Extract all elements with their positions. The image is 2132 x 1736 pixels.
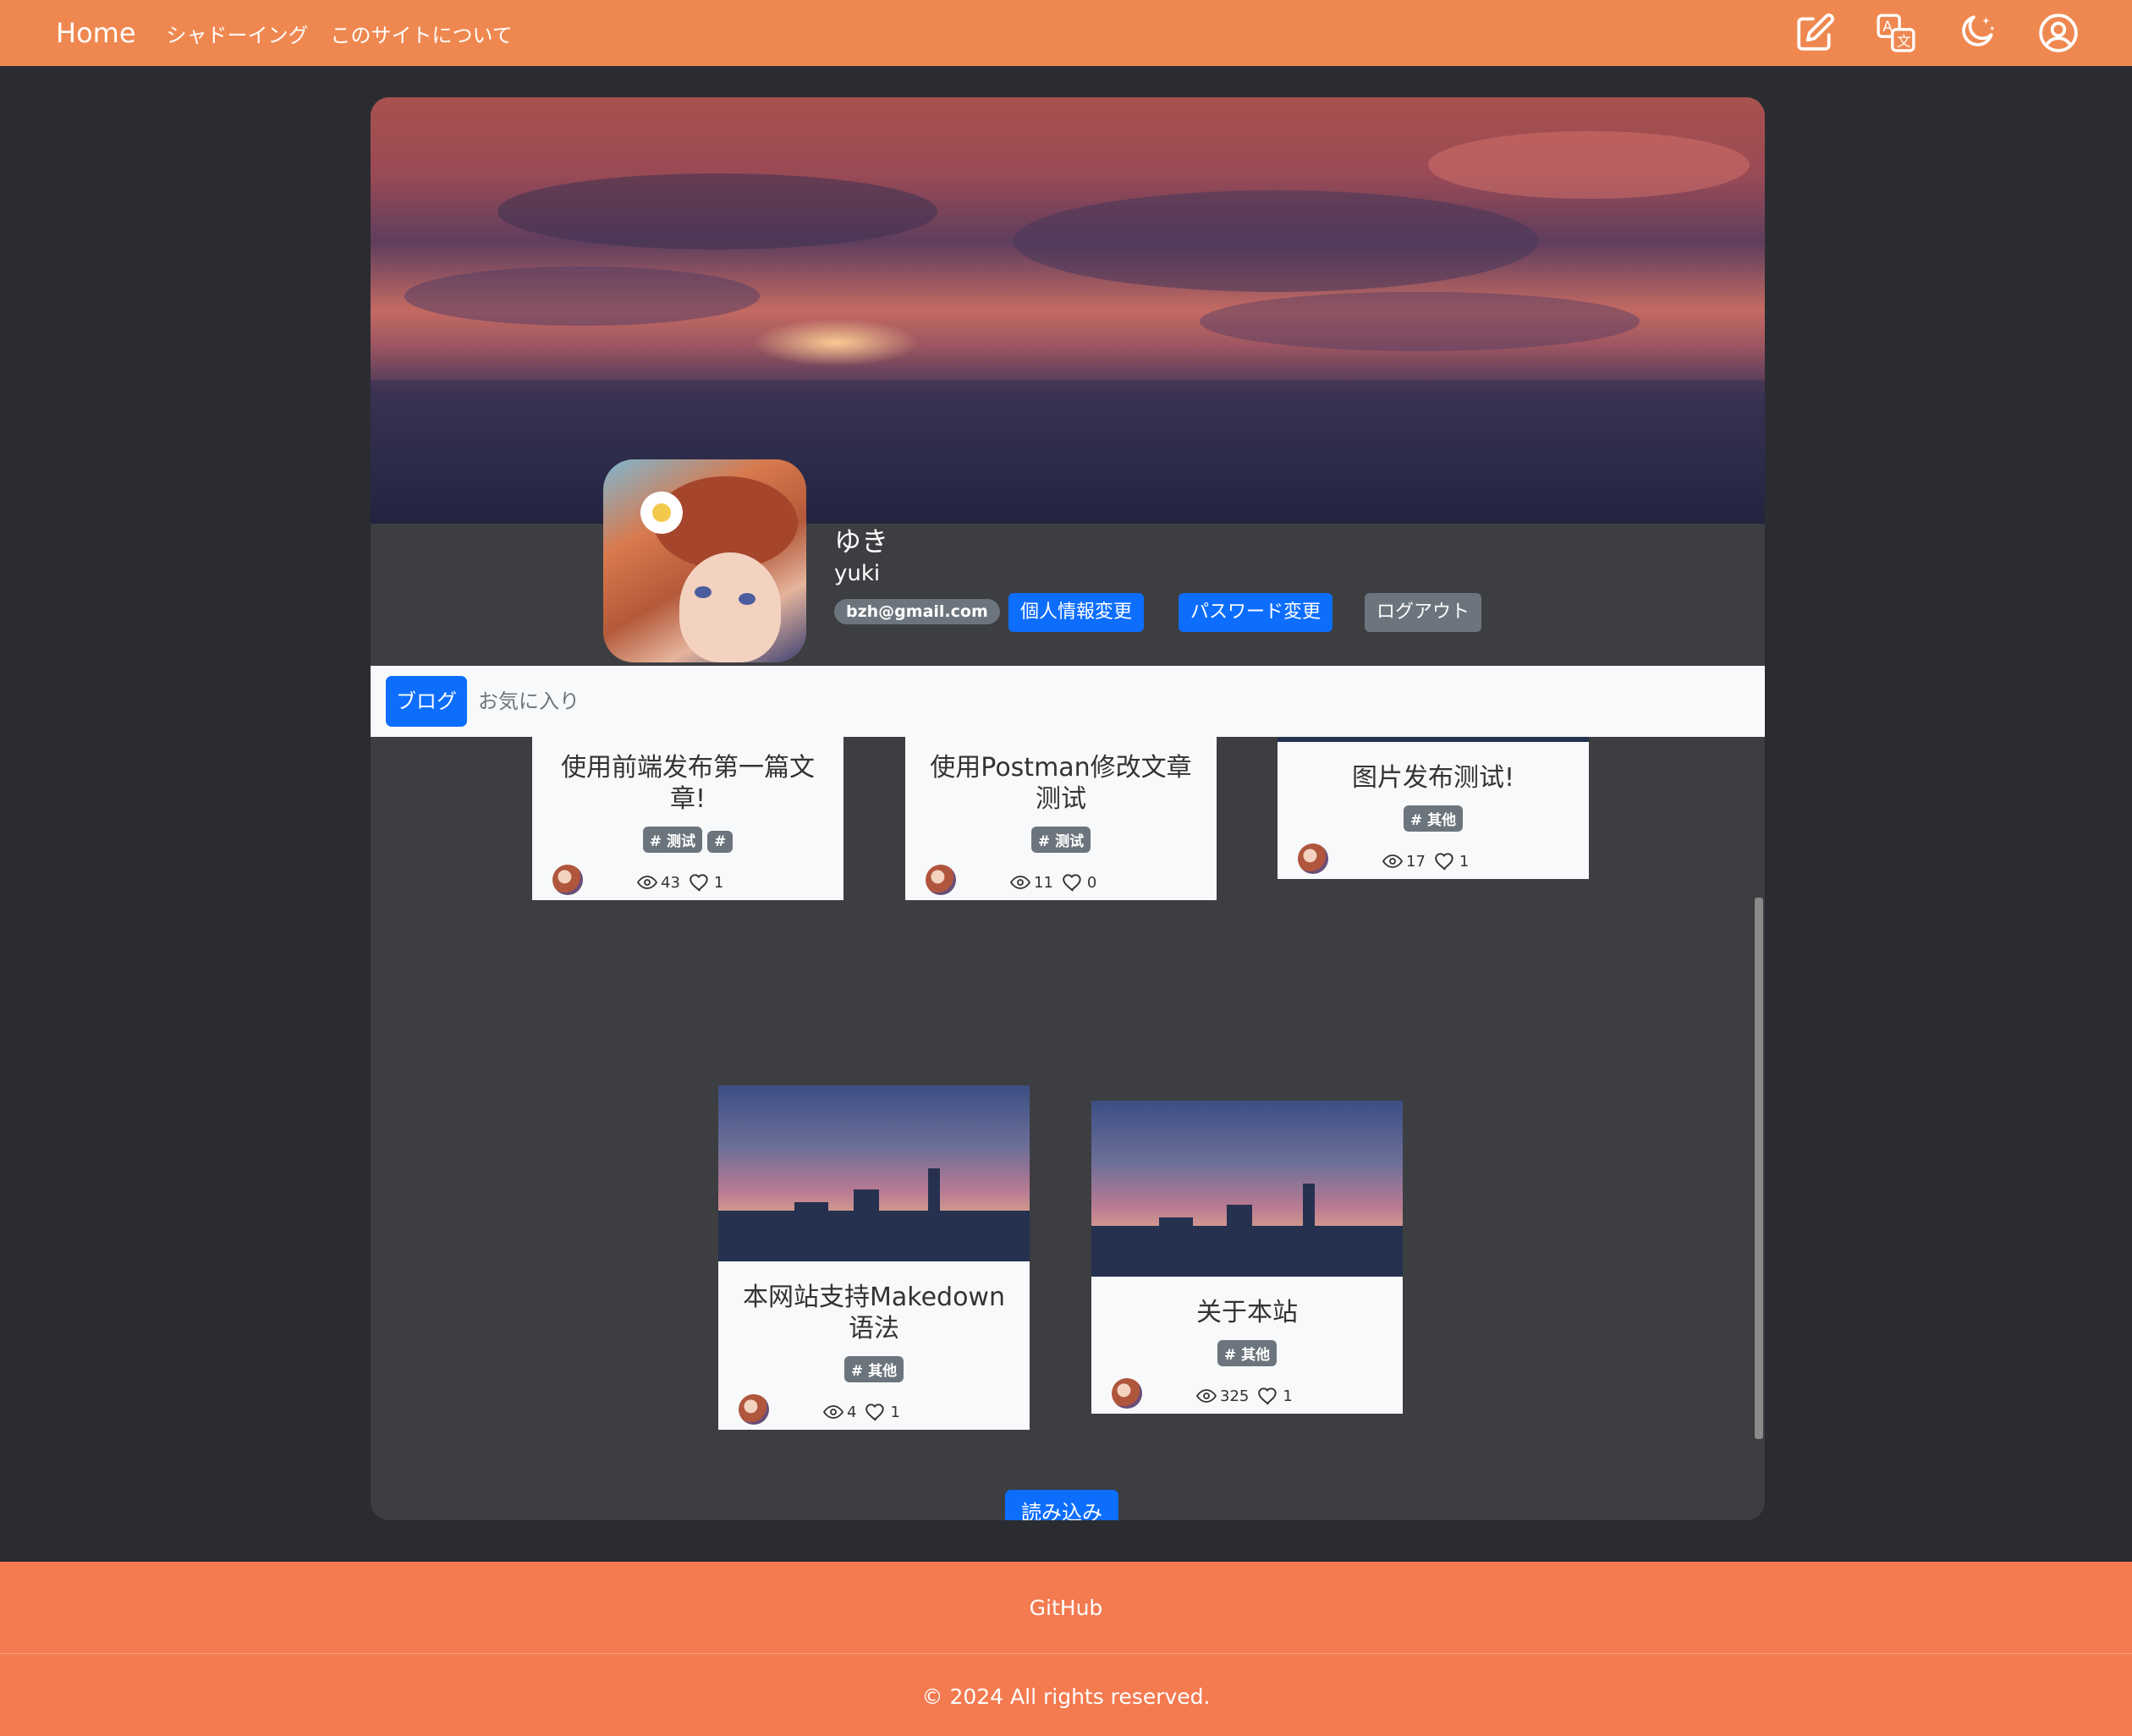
eye-icon: [1010, 876, 1030, 889]
heart-icon[interactable]: [1257, 1385, 1279, 1407]
tab-blog[interactable]: ブログ: [386, 676, 467, 727]
profile-username: yuki: [834, 561, 881, 586]
edit-icon[interactable]: [1792, 10, 1838, 56]
svg-text:A: A: [1882, 19, 1893, 35]
edit-profile-button[interactable]: 個人情報変更: [1008, 593, 1145, 632]
view-count: 17: [1406, 852, 1426, 871]
view-count: 43: [661, 873, 680, 892]
heart-icon[interactable]: [689, 871, 711, 893]
change-password-button[interactable]: パスワード変更: [1179, 593, 1333, 632]
author-avatar[interactable]: [926, 865, 956, 895]
nav-icon-group: A 文: [1792, 0, 2132, 66]
post-card[interactable]: 图片发布测试! # 其他 17 1: [1278, 737, 1589, 879]
nav-link-shadowing[interactable]: シャドーイング: [167, 19, 309, 48]
post-thumbnail: [1091, 1101, 1403, 1277]
post-tag[interactable]: # 其他: [1217, 1340, 1278, 1366]
like-count: 1: [890, 1403, 900, 1421]
eye-icon: [1382, 854, 1403, 868]
post-card[interactable]: 关于本站 # 其他 325 1: [1091, 1101, 1403, 1414]
view-count: 325: [1220, 1387, 1250, 1405]
profile-avatar: [603, 459, 806, 662]
tab-favorites[interactable]: お気に入り: [478, 676, 580, 727]
dark-mode-icon[interactable]: [1954, 10, 2000, 56]
post-card[interactable]: 使用Postman修改文章测试 # 测试 11 0: [905, 737, 1217, 900]
navbar: Home シャドーイング このサイトについて A 文: [0, 0, 2132, 66]
post-thumbnail: [718, 1085, 1030, 1261]
view-count: 11: [1034, 873, 1053, 892]
post-tag[interactable]: #: [706, 831, 734, 853]
post-title[interactable]: 本网站支持Makedown语法: [718, 1282, 1030, 1344]
email-badge: bzh@gmail.com: [834, 599, 1000, 624]
like-count: 1: [1283, 1387, 1293, 1405]
logout-button[interactable]: ログアウト: [1365, 593, 1482, 632]
heart-icon[interactable]: [1062, 871, 1084, 893]
author-avatar[interactable]: [552, 865, 583, 895]
footer-copyright-bar: © 2024 All rights reserved.: [0, 1654, 2132, 1736]
post-title[interactable]: 使用Postman修改文章测试: [905, 752, 1217, 815]
post-feed[interactable]: 使用前端发布第一篇文章! # 测试 # 43 1 使用Postman修改文章测试 …: [371, 737, 1753, 1444]
post-card[interactable]: 本网站支持Makedown语法 # 其他 4 1: [718, 1085, 1030, 1430]
post-tag[interactable]: # 其他: [843, 1356, 904, 1382]
eye-icon: [637, 876, 657, 889]
heart-icon[interactable]: [1434, 850, 1456, 872]
author-avatar[interactable]: [1112, 1378, 1142, 1409]
nav-link-about[interactable]: このサイトについて: [331, 19, 513, 48]
author-avatar[interactable]: [1298, 843, 1328, 874]
post-thumbnail: [1278, 737, 1589, 742]
post-title[interactable]: 关于本站: [1091, 1297, 1403, 1328]
account-icon[interactable]: [2036, 10, 2081, 56]
post-card[interactable]: 使用前端发布第一篇文章! # 测试 # 43 1: [532, 737, 843, 900]
footer: GitHub: [0, 1562, 2132, 1654]
github-link[interactable]: GitHub: [0, 1596, 2132, 1620]
author-avatar[interactable]: [739, 1394, 769, 1425]
svg-text:文: 文: [1897, 34, 1911, 50]
nav-home-link[interactable]: Home: [56, 17, 136, 49]
scrollbar-thumb[interactable]: [1755, 898, 1763, 1439]
post-title[interactable]: 使用前端发布第一篇文章!: [532, 752, 843, 815]
view-count: 4: [847, 1403, 857, 1421]
eye-icon: [823, 1405, 843, 1419]
profile-tabs: ブログ お気に入り: [371, 666, 1765, 737]
post-tag[interactable]: # 测试: [642, 827, 702, 853]
feed-scrollbar[interactable]: [1753, 737, 1765, 1444]
copyright-text: © 2024 All rights reserved.: [921, 1684, 1211, 1709]
post-tag[interactable]: # 其他: [1403, 805, 1464, 832]
like-count: 1: [713, 873, 724, 892]
post-title[interactable]: 图片发布测试!: [1278, 762, 1589, 794]
profile-banner-image: [371, 97, 1765, 524]
translate-icon[interactable]: A 文: [1873, 10, 1919, 56]
like-count: 0: [1086, 873, 1097, 892]
like-count: 1: [1459, 852, 1470, 871]
eye-icon: [1196, 1389, 1217, 1403]
profile-display-name: ゆき: [834, 525, 889, 558]
load-more-button[interactable]: 読み込み: [1005, 1490, 1118, 1520]
post-tag[interactable]: # 测试: [1030, 827, 1091, 853]
profile-card: ゆき yuki bzh@gmail.com 個人情報変更 パスワード変更 ログア…: [371, 97, 1765, 1520]
heart-icon[interactable]: [865, 1401, 887, 1423]
